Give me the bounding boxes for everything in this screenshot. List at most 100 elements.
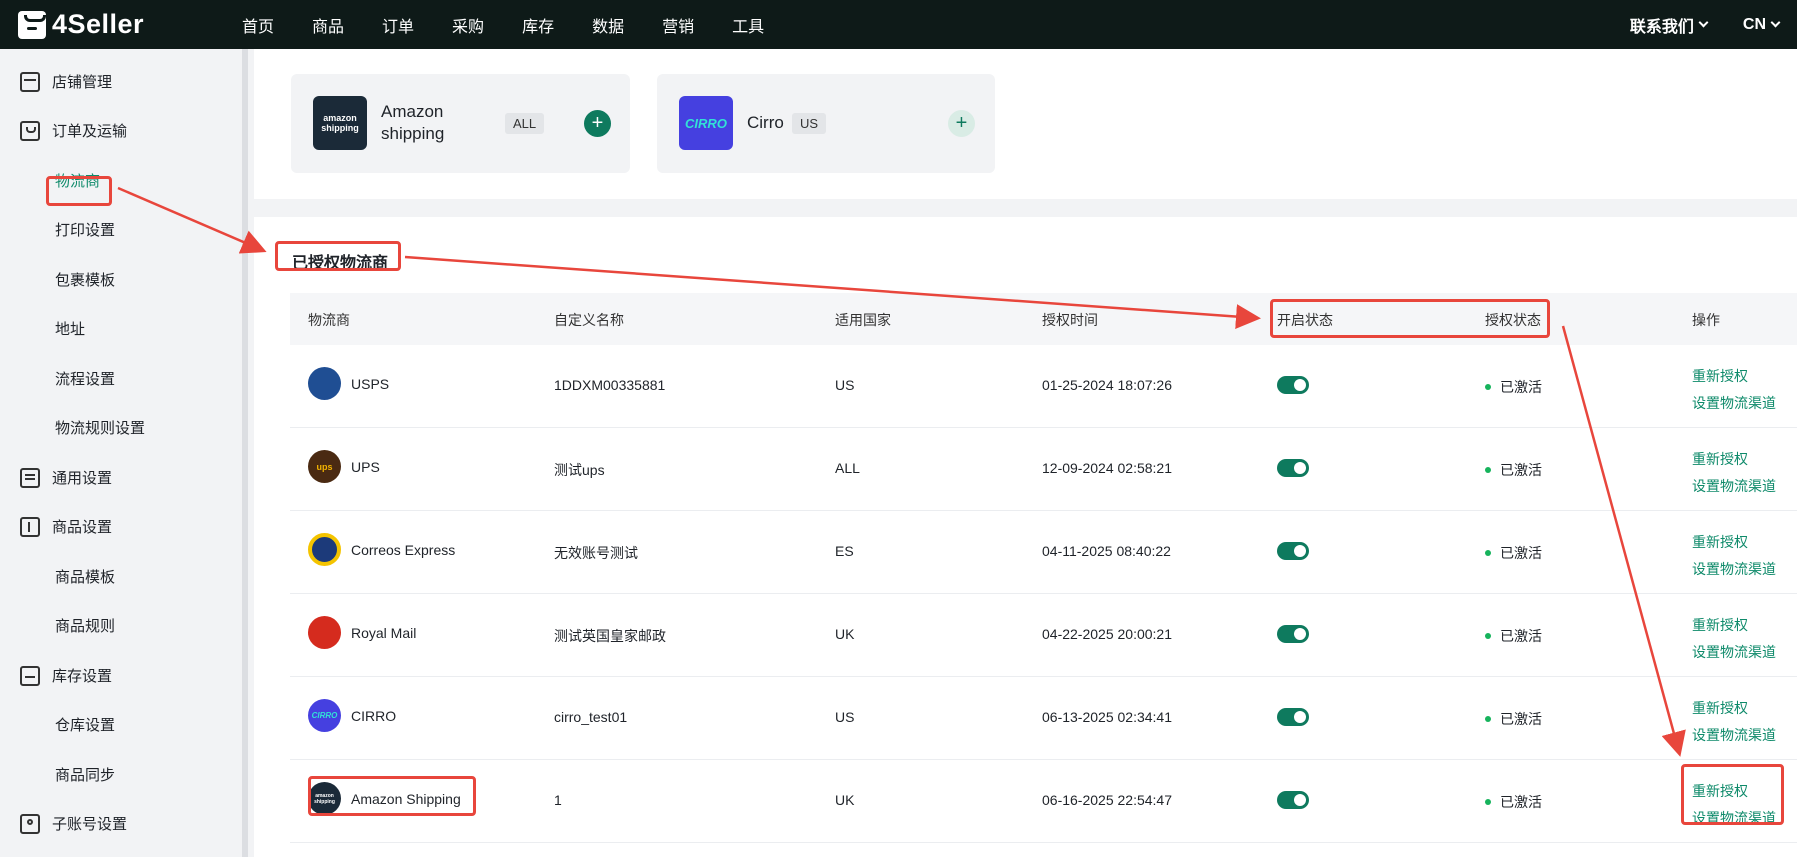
sidebar-item-product-templates[interactable]: 商品模板 xyxy=(55,566,115,587)
enable-toggle[interactable] xyxy=(1277,625,1309,643)
nav-inventory[interactable]: 库存 xyxy=(522,13,554,37)
nav-marketing[interactable]: 营销 xyxy=(662,13,694,37)
carrier-name: Royal Mail xyxy=(351,624,417,641)
nav-home[interactable]: 首页 xyxy=(242,13,274,37)
set-channel-link[interactable]: 设置物流渠道 xyxy=(1692,722,1776,749)
sidebar-item-label: 店铺管理 xyxy=(52,74,113,91)
toggle-switch[interactable] xyxy=(1277,708,1309,726)
nav-purchasing[interactable]: 采购 xyxy=(452,13,484,37)
sidebar-item-warehouse-settings[interactable]: 仓库设置 xyxy=(55,714,115,735)
country: UK xyxy=(835,626,855,642)
toggle-switch[interactable] xyxy=(1277,376,1309,394)
reauthorize-link[interactable]: 重新授权 xyxy=(1692,446,1776,473)
custom-name: 测试ups xyxy=(554,462,605,478)
enable-toggle[interactable] xyxy=(1277,459,1309,477)
sidebar-item-label: 物流规则设置 xyxy=(55,420,146,437)
logo-text: 4Seller xyxy=(52,9,145,39)
auth-time: 04-11-2025 08:40:22 xyxy=(1042,543,1171,559)
toggle-switch[interactable] xyxy=(1277,791,1309,809)
status-dot-icon xyxy=(1485,467,1491,473)
add-carrier-button[interactable]: + xyxy=(948,110,975,137)
contact-us-menu[interactable]: 联系我们 xyxy=(1630,13,1709,37)
sidebar-item-product-rules[interactable]: 商品规则 xyxy=(55,615,115,636)
custom-name: 测试英国皇家邮政 xyxy=(554,628,666,644)
country: UK xyxy=(835,792,855,808)
language-menu[interactable]: CN xyxy=(1743,16,1781,34)
reauthorize-link[interactable]: 重新授权 xyxy=(1692,778,1776,805)
table-row: Royal Mail 测试英国皇家邮政 UK 04-22-2025 20:00:… xyxy=(290,594,1797,677)
status-label: 已激活 xyxy=(1500,545,1542,561)
sidebar-item-store-management[interactable]: 店铺管理 xyxy=(20,71,112,92)
custom-name: cirro_test01 xyxy=(554,709,628,725)
table-row: CIRRO CIRRO cirro_test01 US 06-13-2025 0… xyxy=(290,677,1797,760)
sidebar-item-product-settings[interactable]: 商品设置 xyxy=(20,516,112,537)
auth-status: 已激活 xyxy=(1485,709,1542,729)
carrier-cell: Royal Mail xyxy=(308,616,416,649)
status-dot-icon xyxy=(1485,799,1491,805)
country: ALL xyxy=(835,460,860,476)
status-label: 已激活 xyxy=(1500,462,1542,478)
reauthorize-link[interactable]: 重新授权 xyxy=(1692,363,1776,390)
enable-toggle[interactable] xyxy=(1277,376,1309,394)
amazon-shipping-logo: amazon shipping xyxy=(308,782,341,815)
chevron-down-icon xyxy=(1698,17,1709,28)
cirro-logo: CIRRO xyxy=(679,96,733,150)
carrier-card-name: Amazon shipping xyxy=(381,102,445,143)
sidebar-item-shipping-rules[interactable]: 物流规则设置 xyxy=(55,417,145,438)
sidebar-item-address[interactable]: 地址 xyxy=(55,318,85,339)
reauthorize-link[interactable]: 重新授权 xyxy=(1692,612,1776,639)
carrier-card-amazon-shipping[interactable]: amazon shipping Amazon shipping ALL + xyxy=(291,74,630,173)
sidebar-item-inventory-settings[interactable]: 库存设置 xyxy=(20,665,112,686)
plus-icon: + xyxy=(591,112,604,134)
row-actions: 重新授权 设置物流渠道 xyxy=(1692,363,1776,417)
reauthorize-link[interactable]: 重新授权 xyxy=(1692,695,1776,722)
sidebar-item-product-sync[interactable]: 商品同步 xyxy=(55,764,115,785)
sidebar-item-orders-shipping[interactable]: 订单及运输 xyxy=(20,120,127,141)
carrier-card-cirro[interactable]: CIRRO Cirro US + xyxy=(657,74,995,173)
add-carrier-button[interactable]: + xyxy=(584,110,611,137)
toggle-switch[interactable] xyxy=(1277,625,1309,643)
status-dot-icon xyxy=(1485,633,1491,639)
app-logo[interactable]: 4Seller xyxy=(18,9,208,40)
header-country: 适用国家 xyxy=(835,312,891,328)
enable-toggle[interactable] xyxy=(1277,791,1309,809)
reauthorize-link[interactable]: 重新授权 xyxy=(1692,529,1776,556)
enable-toggle[interactable] xyxy=(1277,708,1309,726)
nav-orders[interactable]: 订单 xyxy=(382,13,414,37)
sidebar-item-label: 地址 xyxy=(55,321,86,338)
sidebar-item-workflow-settings[interactable]: 流程设置 xyxy=(55,368,115,389)
sidebar-item-sub-accounts[interactable]: 子账号设置 xyxy=(20,813,127,834)
sidebar-item-general-settings[interactable]: 通用设置 xyxy=(20,467,112,488)
custom-name: 1 xyxy=(554,792,562,808)
header-actions: 操作 xyxy=(1692,312,1720,328)
set-channel-link[interactable]: 设置物流渠道 xyxy=(1692,556,1776,583)
logo-icon xyxy=(18,10,46,39)
carrier-cell: CIRRO CIRRO xyxy=(308,699,396,732)
set-channel-link[interactable]: 设置物流渠道 xyxy=(1692,390,1776,417)
header-auth-status: 授权状态 xyxy=(1485,312,1541,328)
carrier-cell: amazon shipping Amazon Shipping xyxy=(308,782,461,815)
set-channel-link[interactable]: 设置物流渠道 xyxy=(1692,805,1776,832)
set-channel-link[interactable]: 设置物流渠道 xyxy=(1692,473,1776,500)
sidebar-item-carriers[interactable]: 物流商 xyxy=(55,170,100,191)
row-actions: 重新授权 设置物流渠道 xyxy=(1692,778,1776,832)
plus-icon: + xyxy=(955,112,968,134)
table-row: USPS 1DDXM00335881 US 01-25-2024 18:07:2… xyxy=(290,345,1797,428)
sidebar-item-print-settings[interactable]: 打印设置 xyxy=(55,219,115,240)
enable-toggle[interactable] xyxy=(1277,542,1309,560)
auth-time: 04-22-2025 20:00:21 xyxy=(1042,626,1172,642)
nav-products[interactable]: 商品 xyxy=(312,13,344,37)
nav-tools[interactable]: 工具 xyxy=(732,13,764,37)
country: US xyxy=(835,709,855,725)
nav-data[interactable]: 数据 xyxy=(592,13,624,37)
sidebar-item-label: 订单及运输 xyxy=(52,123,128,140)
custom-name: 1DDXM00335881 xyxy=(554,377,666,393)
ups-logo: ups xyxy=(308,450,341,483)
set-channel-link[interactable]: 设置物流渠道 xyxy=(1692,639,1776,666)
auth-time: 06-13-2025 02:34:41 xyxy=(1042,709,1172,725)
toggle-switch[interactable] xyxy=(1277,542,1309,560)
sidebar-item-package-templates[interactable]: 包裹模板 xyxy=(55,269,115,290)
status-dot-icon xyxy=(1485,550,1491,556)
bag-icon xyxy=(20,120,40,141)
toggle-switch[interactable] xyxy=(1277,459,1309,477)
